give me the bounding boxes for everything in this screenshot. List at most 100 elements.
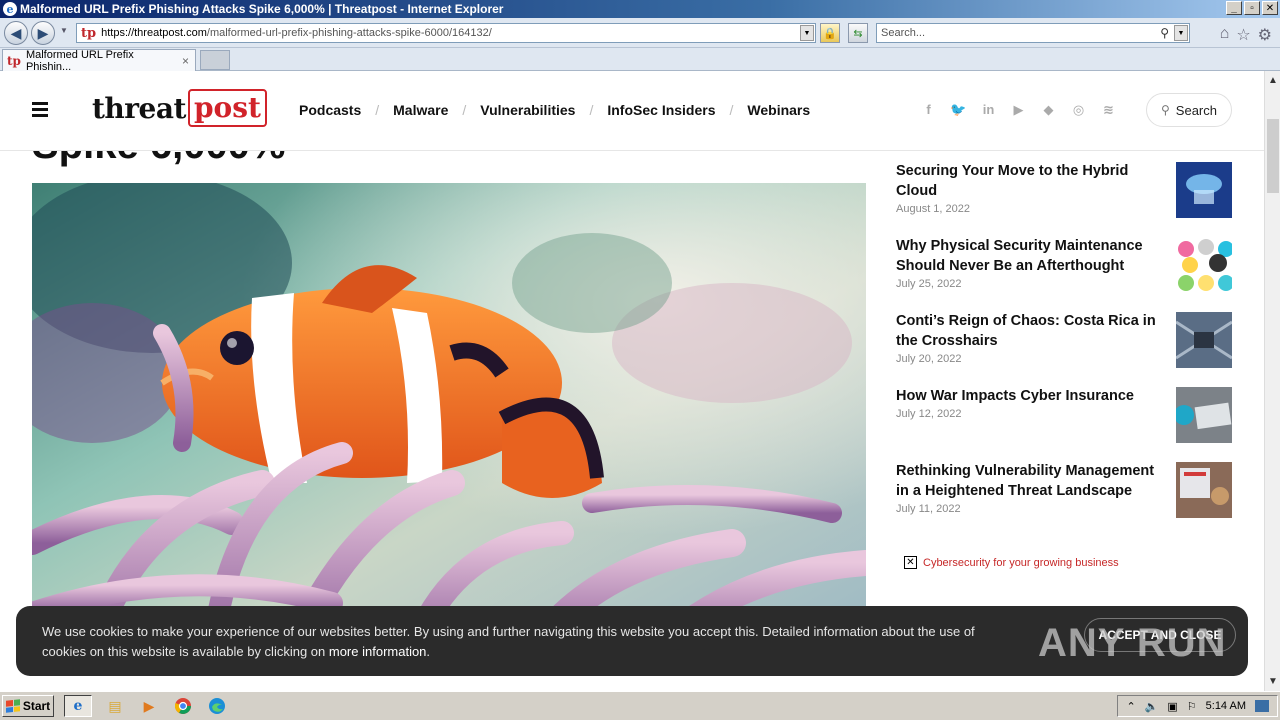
web-page: Spike 6,000% threat post Podcasts / Malw… — [0, 71, 1264, 691]
show-desktop-icon[interactable] — [1255, 700, 1269, 712]
nav-separator: / — [375, 102, 380, 118]
forward-arrow-icon: ▶ — [37, 24, 49, 41]
new-tab-button[interactable] — [200, 50, 230, 70]
chrome-icon[interactable] — [172, 695, 194, 717]
browser-tab-bar: tp Malformed URL Prefix Phishin... × — [0, 48, 1280, 73]
nav-infosec-insiders[interactable]: InfoSec Insiders — [607, 102, 715, 118]
sidebar-story[interactable]: Rethinking Vulnerability Management in a… — [896, 461, 1232, 536]
settings-gear-icon[interactable]: ⚙ — [1258, 25, 1272, 45]
forward-button[interactable]: ▶ — [31, 21, 55, 45]
windows-taskbar: Start e ▤ ▶ ⌃ 🔈 ▣ ⚐ 5:14 AM — [0, 691, 1280, 720]
tab-title: Malformed URL Prefix Phishin... — [25, 48, 134, 73]
more-information-link[interactable]: more information — [329, 644, 427, 659]
back-button[interactable]: ◀ — [4, 21, 28, 45]
internet-explorer-icon[interactable]: e — [64, 695, 92, 717]
site-search-button[interactable]: ⚲ Search — [1146, 93, 1232, 127]
story-title[interactable]: Conti’s Reign of Chaos: Costa Rica in th… — [896, 311, 1162, 351]
nav-separator: / — [589, 102, 594, 118]
clock[interactable]: 5:14 AM — [1206, 700, 1246, 712]
story-title[interactable]: How War Impacts Cyber Insurance — [896, 386, 1162, 406]
story-title[interactable]: Securing Your Move to the Hybrid Cloud — [896, 161, 1162, 201]
address-bar[interactable]: tp https://threatpost.com/malformed-url-… — [76, 23, 816, 43]
search-placeholder: Search... — [881, 27, 926, 39]
site-favicon: tp — [81, 25, 97, 41]
media-player-icon[interactable]: ▶ — [138, 695, 160, 717]
windows-logo-icon — [5, 699, 20, 713]
browser-toolbar-icons: ⌂ ☆ ⚙ — [1220, 25, 1272, 45]
favorites-star-icon[interactable]: ☆ — [1236, 25, 1250, 45]
rss-icon[interactable]: ≋ — [1100, 102, 1117, 118]
file-explorer-icon[interactable]: ▤ — [104, 695, 126, 717]
nav-separator: / — [462, 102, 467, 118]
ie-icon: e — [3, 2, 17, 16]
tab-threatpost[interactable]: tp Malformed URL Prefix Phishin... × — [2, 48, 196, 73]
site-search-label: Search — [1175, 102, 1217, 118]
restore-button[interactable]: ▫ — [1244, 1, 1260, 15]
logo-text-post: post — [187, 89, 267, 127]
refresh-icon[interactable]: ⇆ — [848, 23, 868, 43]
close-window-button[interactable]: ✕ — [1262, 1, 1278, 15]
sidebar-story[interactable]: Conti’s Reign of Chaos: Costa Rica in th… — [896, 311, 1232, 386]
url-path: /malformed-url-prefix-phishing-attacks-s… — [206, 27, 492, 39]
volume-icon[interactable]: 🔈 — [1145, 700, 1159, 713]
anyrun-watermark: ANY RUN — [1038, 620, 1227, 665]
sponsored-ad-link[interactable]: ✕ Cybersecurity for your growing busines… — [904, 556, 1119, 569]
ad-text[interactable]: Cybersecurity for your growing business — [923, 557, 1119, 569]
scroll-up-icon[interactable]: ▲ — [1268, 75, 1278, 86]
search-icon[interactable]: ⚲ — [1160, 26, 1169, 40]
linkedin-icon[interactable]: in — [980, 102, 997, 118]
nav-malware[interactable]: Malware — [393, 102, 448, 118]
nav-webinars[interactable]: Webinars — [747, 102, 810, 118]
sidebar-story[interactable]: Why Physical Security Maintenance Should… — [896, 236, 1232, 311]
hamburger-menu-icon[interactable] — [32, 102, 48, 120]
minimize-button[interactable]: _ — [1226, 1, 1242, 15]
logo-text-threat: threat — [92, 91, 186, 125]
home-icon[interactable]: ⌂ — [1220, 25, 1230, 45]
broken-image-icon: ✕ — [904, 556, 917, 569]
scroll-down-icon[interactable]: ▼ — [1268, 676, 1278, 687]
story-thumbnail[interactable] — [1176, 237, 1232, 293]
story-thumbnail[interactable] — [1176, 162, 1232, 218]
story-thumbnail[interactable] — [1176, 462, 1232, 518]
search-dropdown-icon[interactable]: ▼ — [1174, 25, 1188, 41]
quick-launch: e ▤ ▶ — [64, 695, 228, 717]
youtube-icon[interactable]: ▶ — [1010, 102, 1027, 118]
threatpost-logo[interactable]: threat post — [92, 89, 267, 127]
site-header: threat post Podcasts / Malware / Vulnera… — [0, 71, 1264, 151]
tray-expand-icon[interactable]: ⌃ — [1126, 700, 1135, 713]
browser-nav-bar: ◀ ▶ ▼ tp https://threatpost.com/malforme… — [0, 18, 1280, 48]
security-lock-icon[interactable]: 🔒 — [820, 23, 840, 43]
edge-icon[interactable] — [206, 695, 228, 717]
tab-favicon: tp — [7, 53, 21, 68]
start-button[interactable]: Start — [2, 695, 54, 717]
sidebar-story[interactable]: Securing Your Move to the Hybrid Cloud A… — [896, 161, 1232, 236]
sidebar-story[interactable]: How War Impacts Cyber Insurance July 12,… — [896, 386, 1232, 461]
window-title-bar: e Malformed URL Prefix Phishing Attacks … — [0, 0, 1280, 18]
address-dropdown-icon[interactable]: ▼ — [800, 25, 814, 41]
tab-close-icon[interactable]: × — [182, 54, 189, 68]
system-tray: ⌃ 🔈 ▣ ⚐ 5:14 AM — [1117, 695, 1278, 717]
main-navigation: Podcasts / Malware / Vulnerabilities / I… — [299, 102, 810, 118]
browser-search-input[interactable]: Search... ⚲ ▼ — [876, 23, 1190, 43]
facebook-icon[interactable]: f — [920, 102, 937, 118]
twitter-icon[interactable]: 🐦 — [950, 102, 967, 118]
network-icon[interactable]: ▣ — [1167, 700, 1177, 713]
story-title[interactable]: Why Physical Security Maintenance Should… — [896, 236, 1162, 276]
window-controls: _ ▫ ✕ — [1226, 1, 1278, 15]
feedly-icon[interactable]: ◆ — [1040, 102, 1057, 118]
popular-stories-sidebar: Securing Your Move to the Hybrid Cloud A… — [896, 161, 1232, 536]
story-thumbnail[interactable] — [1176, 312, 1232, 368]
story-title[interactable]: Rethinking Vulnerability Management in a… — [896, 461, 1162, 501]
nav-separator: / — [729, 102, 734, 118]
cookie-message: We use cookies to make your experience o… — [42, 622, 1022, 662]
action-center-flag-icon[interactable]: ⚐ — [1187, 700, 1197, 713]
story-thumbnail[interactable] — [1176, 387, 1232, 443]
history-dropdown-icon[interactable]: ▼ — [60, 26, 68, 35]
nav-podcasts[interactable]: Podcasts — [299, 102, 361, 118]
instagram-icon[interactable]: ◎ — [1070, 102, 1087, 118]
page-scrollbar[interactable]: ▲ ▼ — [1264, 71, 1280, 691]
scroll-thumb[interactable] — [1267, 119, 1279, 193]
clownfish-image — [32, 183, 866, 653]
window-title: Malformed URL Prefix Phishing Attacks Sp… — [20, 2, 504, 16]
nav-vulnerabilities[interactable]: Vulnerabilities — [480, 102, 575, 118]
